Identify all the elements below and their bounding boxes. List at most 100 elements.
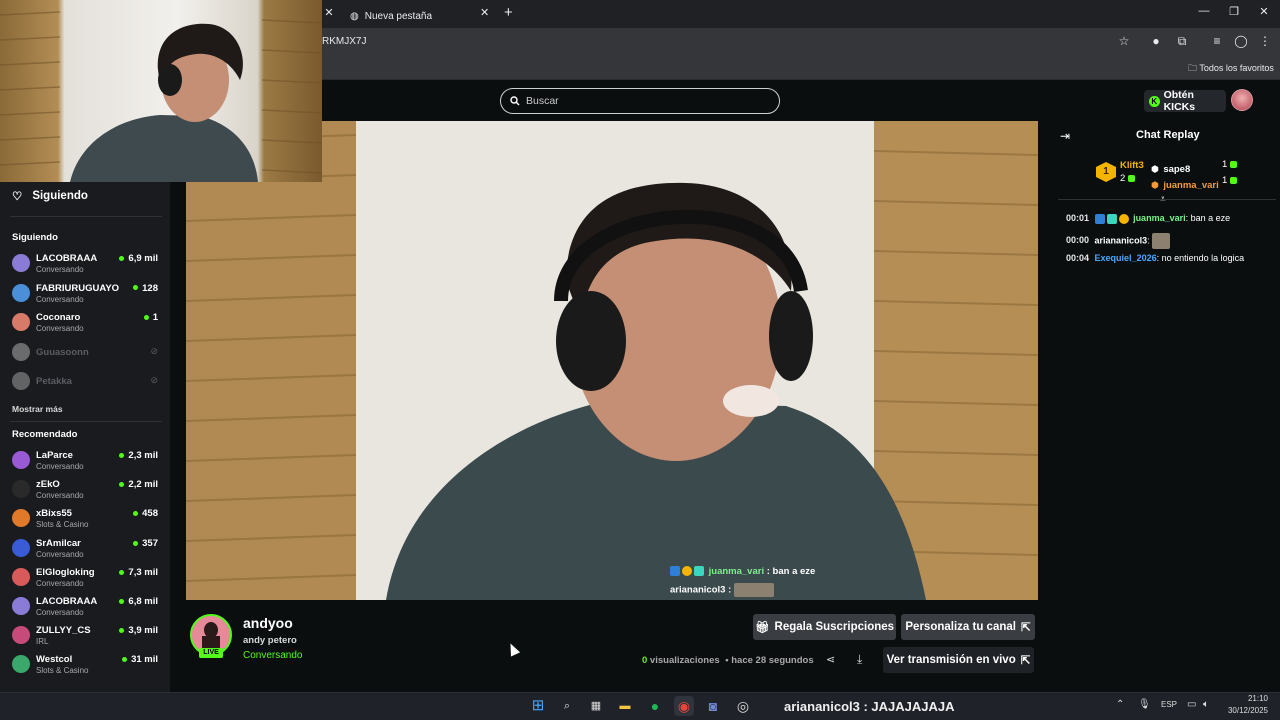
channel-category: Conversando [36,549,84,559]
language-indicator[interactable]: ESP [1161,700,1177,709]
browser-tab[interactable]: ◍ Nueva pestaña [340,4,500,28]
top-gifter[interactable]: ⬢ juanma_vari 1 [1151,175,1241,193]
sidebar-channel-guuasoonn[interactable]: Guuasoonn ⊘ [12,341,162,367]
show-more-link[interactable]: Mostrar más [12,404,63,414]
display-icon[interactable]: ▭ [1187,699,1196,710]
restore-button[interactable]: ❐ [1220,5,1248,18]
chat-user[interactable]: ariananicol3 [1095,235,1148,245]
share-icon[interactable]: ⋖ [826,653,835,666]
gifter-name: Klift3 [1120,160,1144,171]
heart-icon: ♡ [12,191,23,203]
sidebar-channel-xbixs55[interactable]: xBixs55 Slots & Casino 458 [12,507,162,533]
tab-close-icon[interactable]: ✕ [322,6,336,20]
chat-message: 00:01 juanma_vari: ban a eze [1066,213,1230,224]
chrome-icon[interactable]: ◉ [674,696,694,716]
webcam-frame [0,11,322,182]
channel-avatar [12,451,30,469]
all-bookmarks[interactable]: 🗀 Todos los favoritos [1188,61,1274,77]
channel-name: Westcol [36,654,73,666]
following-section-title: Siguiendo [12,232,58,243]
file-explorer-icon[interactable]: ▬ [615,696,635,716]
views-info: 0 visualizaciones • hace 28 segundos [642,655,814,666]
close-window-button[interactable]: ✕ [1250,5,1278,18]
chat-time: 00:00 [1066,235,1090,246]
get-kicks-button[interactable]: K Obtén KICKs [1144,89,1226,113]
sidebar-channel-elglogloking[interactable]: ElGlogloking Conversando 7,3 mil [12,566,162,592]
sidebar-channel-sramilcar[interactable]: SrAmilcar Conversando 357 [12,537,162,563]
download-icon[interactable]: ⤓ [857,652,862,667]
chat-user[interactable]: juanma_vari [1133,213,1186,223]
tray-expand-icon[interactable]: ⌃ [1116,699,1124,710]
channel-name: Petakka [36,376,72,387]
star-icon[interactable]: ☆ [1115,34,1133,48]
sidebar-channel-lacobraaa[interactable]: LACOBRAAA Conversando 6,8 mil [12,595,162,621]
chat-text: : ban a eze [1185,213,1231,223]
media-icon[interactable]: ≡ [1208,34,1226,48]
channel-avatar [12,597,30,615]
channel-category: Slots & Casino [36,520,89,530]
store-icon[interactable]: ▦ [586,696,606,716]
gifter-icon: ⬢ [1151,164,1159,174]
microphone-icon[interactable]: 🎙︎ [1138,699,1151,710]
extensions-icon[interactable]: ⧉ [1173,34,1191,49]
channel-category: Conversando [36,324,84,333]
channel-avatar [12,254,30,272]
video-frame [186,121,1038,600]
menu-icon[interactable]: ⋮ [1256,34,1274,48]
sidebar-channel-laparce[interactable]: LaParce Conversando 2,3 mil [12,449,162,475]
viewer-count: 2,3 mil [119,450,158,461]
minimize-button[interactable]: — [1190,5,1218,17]
channel-avatar [12,342,30,361]
sidebar-channel-lacobraaa[interactable]: LACOBRAAA Conversando 6,9 mil [12,252,162,278]
discord-icon[interactable]: ◙ [703,696,723,716]
taskbar [0,692,1280,720]
views-label: visualizaciones [647,655,720,666]
gifter-count-row: 1 [1222,159,1238,170]
user-avatar[interactable] [1231,89,1253,111]
sidebar-channel-zullyy_cs[interactable]: ZULLYY_CS IRL 3,9 mil [12,624,162,650]
watch-live-button[interactable]: Ver transmisión en vivo ⇱ [883,647,1034,673]
customize-channel-button[interactable]: Personaliza tu canal ⇱ [901,614,1035,640]
sidebar-channel-westcol[interactable]: Westcol Slots & Casino 31 mil [12,653,162,679]
app-icon[interactable]: ◎ [733,696,753,716]
spotify-icon[interactable]: ● [645,696,665,716]
stream-category[interactable]: Conversando [243,650,302,661]
sidebar-channel-coconaro[interactable]: Coconaro Conversando 1 [12,311,162,337]
clock[interactable]: 21:10 30/12/2025 [1226,693,1268,717]
gifter-count: 1 [1222,175,1228,186]
collapse-chat-icon[interactable]: ⇥ [1060,129,1070,143]
channel-category: Conversando [36,491,84,501]
kick-icon [1230,160,1238,168]
clock-date: 30/12/2025 [1227,706,1268,715]
chat-user[interactable]: Exequiel_2026 [1095,253,1157,263]
channel-category: IRL [36,637,49,647]
gifter-name: sape8 [1163,164,1191,175]
profile-icon[interactable]: ◯ [1232,34,1250,48]
all-bookmarks-label: Todos los favoritos [1199,63,1274,73]
extension-color-icon[interactable]: ● [1147,34,1165,48]
viewer-count: 458 [133,508,158,519]
following-header[interactable]: ♡ Siguiendo [12,189,88,203]
badge-icon [682,566,692,577]
new-tab-button[interactable]: + [504,4,513,21]
streamer-name[interactable]: andyoo [243,615,293,631]
kicks-icon: K [1149,95,1160,107]
gifter-name: juanma_vari [1163,180,1219,191]
volume-icon[interactable]: 🔈︎ [1203,699,1209,710]
tab-close-icon[interactable]: ✕ [480,6,489,19]
sidebar-channel-petakka[interactable]: Petakka ⊘ [12,370,162,396]
offline-icon: ⊘ [150,375,158,385]
sidebar-channel-fabriuruguayo[interactable]: FABRIURUGUAYO Conversando 128 [12,282,162,308]
channel-avatar [12,538,30,557]
gift-subs-button[interactable]: 🎁︎ Regala Suscripciones [753,614,896,640]
search-box[interactable] [500,88,780,114]
viewer-count: 357 [133,538,158,549]
windows-start-icon[interactable]: ⊞ [528,696,548,716]
search-icon[interactable]: ⌕ [557,696,577,716]
url-text[interactable]: RKMJX7J [322,36,366,47]
top-gifter[interactable]: Klift3 2 [1120,160,1144,184]
sidebar-channel-zeko[interactable]: zEkO Conversando 2,2 mil [12,478,162,504]
search-input[interactable] [526,95,766,107]
video-player[interactable] [186,121,1038,600]
video-chat-overlay: juanma_vari : ban a eze ariananicol3 : [670,566,870,597]
